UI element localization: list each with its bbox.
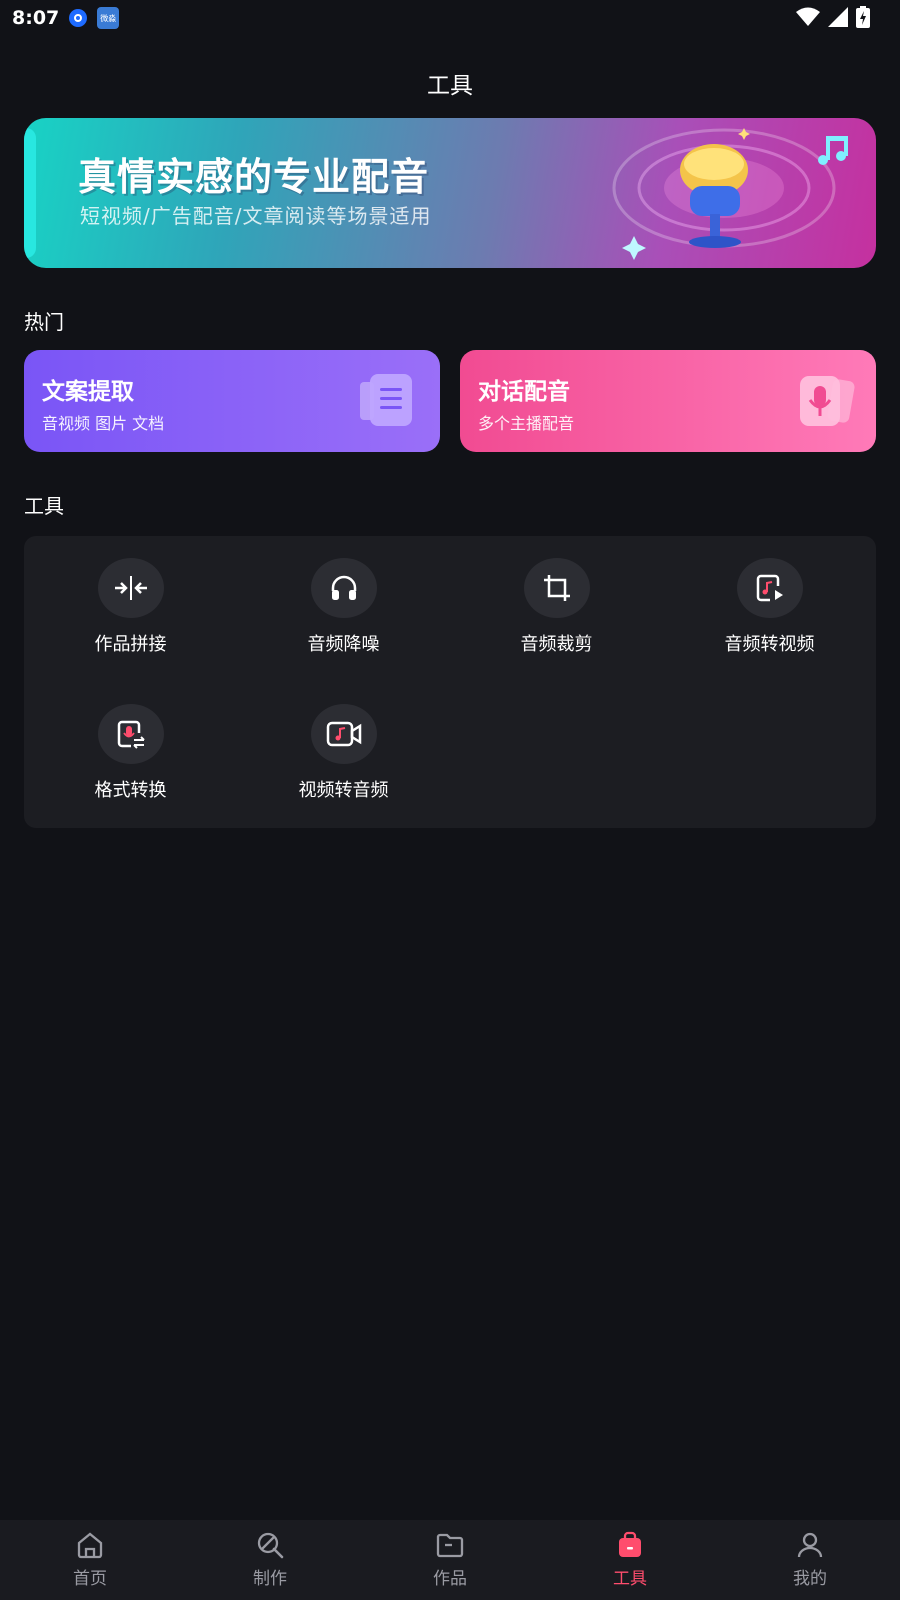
headphones-icon [331,575,356,600]
nav-label: 作品 [433,1569,467,1589]
tool-icon-circle [310,558,377,618]
microphone-illustration [612,128,848,260]
tool-video-to-audio[interactable]: 视频转音频 [237,682,450,802]
audio-to-video-icon [756,574,783,602]
tool-audio-crop[interactable]: 音频裁剪 [450,536,663,656]
tool-noise-reduction[interactable]: 音频降噪 [237,536,450,656]
banner-notch [24,128,36,258]
crop-icon [543,575,570,601]
hot-card-subtitle: 音视频 图片 文档 [42,414,165,433]
hot-card-title: 文案提取 [42,379,134,405]
banner-title: 真情实感的专业配音 [78,155,430,199]
app-notification-icon [69,9,88,27]
nav-item-tools[interactable]: 工具 [540,1520,720,1600]
folder-icon [436,1533,464,1558]
tool-icon-circle [97,704,164,764]
text-extract-card[interactable]: 文案提取 音视频 图片 文档 [24,350,440,452]
tool-label: 作品拼接 [94,634,167,655]
tool-format-convert[interactable]: 格式转换 [24,682,237,802]
document-icon [360,374,412,426]
nav-item-create[interactable]: 制作 [180,1520,360,1600]
nav-label: 工具 [613,1569,647,1589]
dialogue-dubbing-card[interactable]: 对话配音 多个主播配音 [460,350,876,452]
tool-label: 音频裁剪 [520,634,593,655]
app-notification-icon-2: 微淼 [97,7,120,29]
microphone-icon [800,376,855,426]
battery-icon [856,6,870,28]
tool-audio-to-video[interactable]: 音频转视频 [663,536,876,656]
nav-label: 制作 [253,1569,287,1589]
video-to-audio-icon [326,721,361,747]
bottom-nav: 首页 制作 作品 工具 我的 [0,1520,900,1600]
merge-icon [114,576,147,600]
nav-label: 我的 [793,1569,827,1589]
promo-banner[interactable]: 真情实感的专业配音 短视频/广告配音/文章阅读等场景适用 [24,118,876,268]
tool-icon-circle [736,558,803,618]
status-indicators [796,6,870,28]
nav-label: 首页 [73,1569,107,1589]
nav-item-home[interactable]: 首页 [0,1520,180,1600]
tool-label: 音频转视频 [724,634,815,655]
status-time: 8:07 [12,7,60,29]
create-icon [257,1532,284,1559]
signal-icon [828,7,848,27]
tool-label: 音频降噪 [307,634,380,655]
profile-icon [797,1532,823,1558]
status-bar: 8:07 微淼 [0,0,900,36]
hot-card-title: 对话配音 [478,379,570,405]
tools-panel: 作品拼接 音频降噪 音频裁剪 音频转视频 格式转换 视频转音频 [24,536,876,828]
tool-icon-circle [97,558,164,618]
tool-icon-circle [523,558,590,618]
wifi-icon [796,7,820,26]
home-icon [77,1532,103,1559]
page-title: 工具 [427,73,473,99]
tools-section-label: 工具 [24,494,64,518]
hot-section-label: 热门 [24,310,64,334]
nav-item-profile[interactable]: 我的 [720,1520,900,1600]
format-convert-icon [117,720,145,749]
tool-icon-circle [310,704,377,764]
toolbag-icon [619,1531,641,1557]
banner-subtitle: 短视频/广告配音/文章阅读等场景适用 [80,204,432,228]
nav-item-works[interactable]: 作品 [360,1520,540,1600]
tool-merge[interactable]: 作品拼接 [24,536,237,656]
tool-label: 视频转音频 [298,780,389,801]
hot-card-subtitle: 多个主播配音 [478,414,575,433]
tool-label: 格式转换 [94,780,167,801]
